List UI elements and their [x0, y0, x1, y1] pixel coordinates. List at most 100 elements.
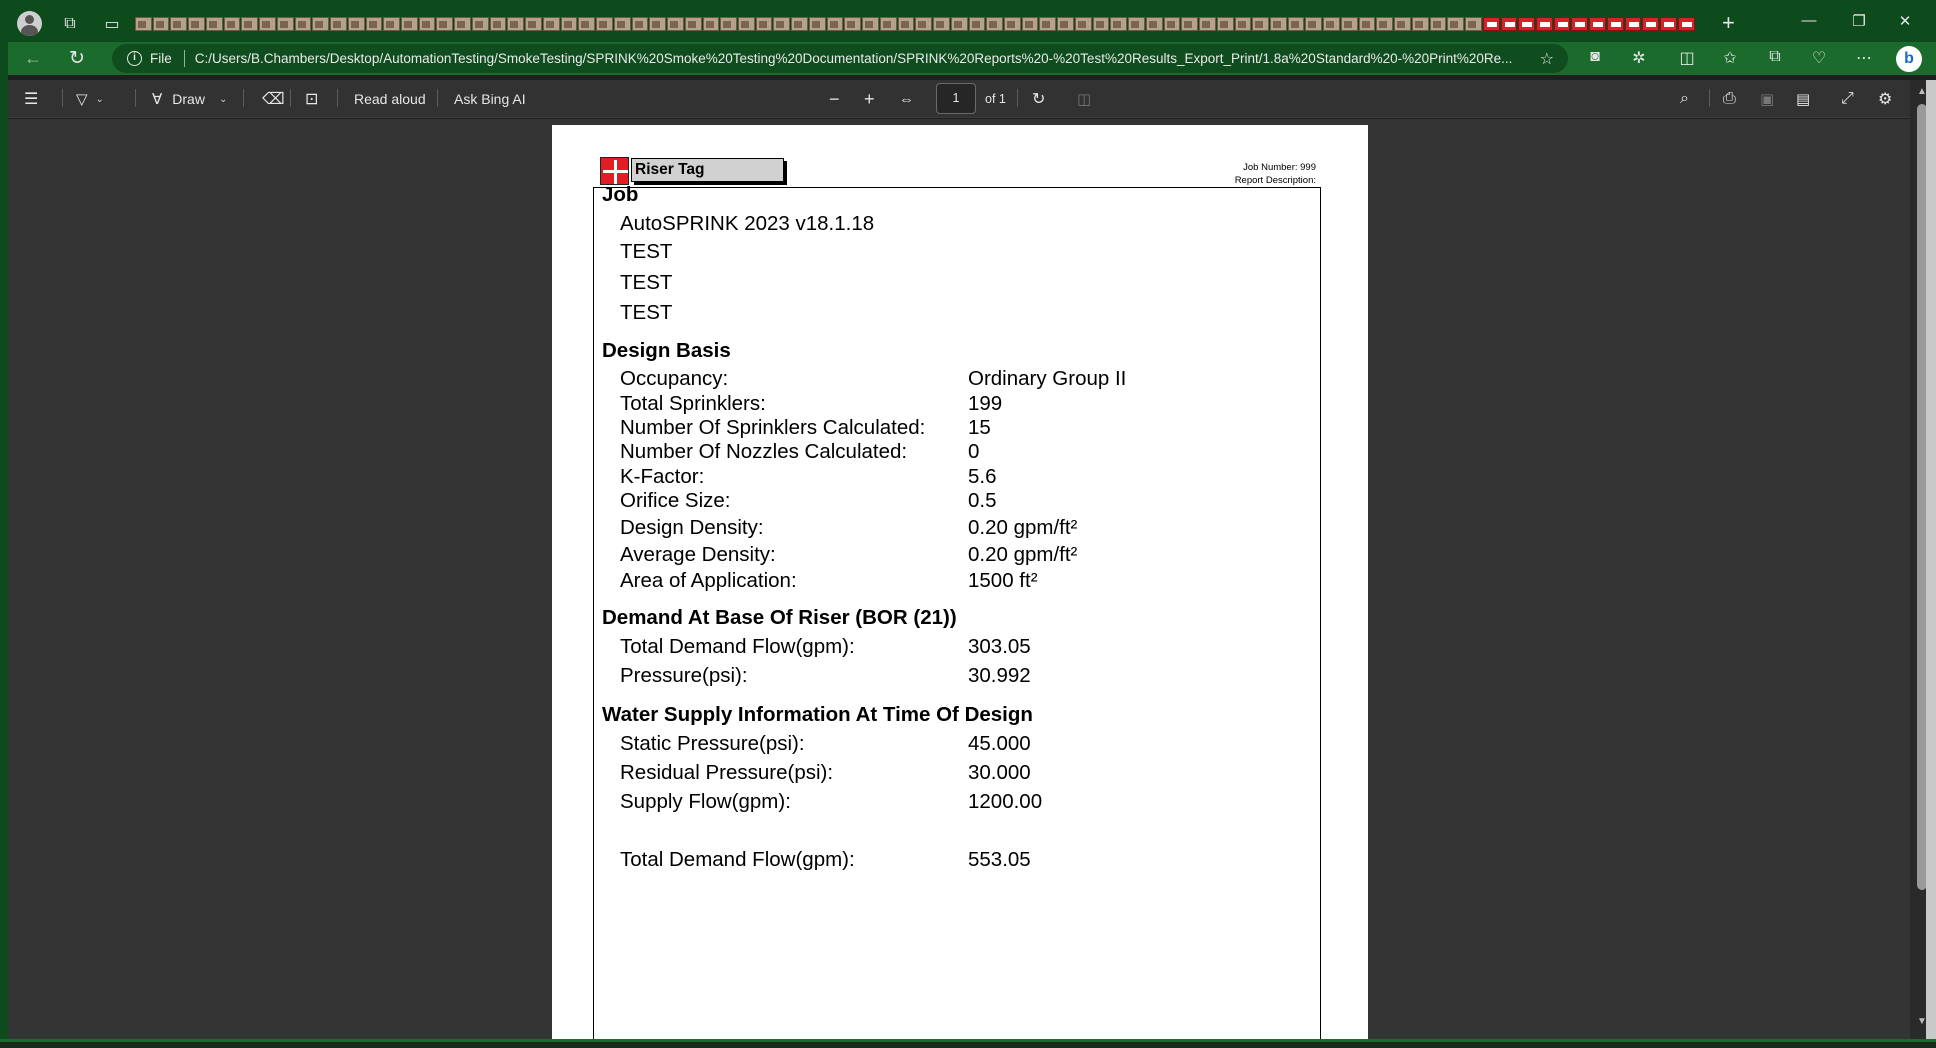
browser-tab[interactable]	[1199, 17, 1216, 31]
zoom-in-icon[interactable]: +	[864, 80, 875, 118]
browser-tab[interactable]	[383, 17, 401, 31]
browser-tab[interactable]	[1305, 17, 1323, 31]
browser-tab[interactable]	[401, 17, 418, 31]
browser-tab[interactable]	[205, 17, 223, 31]
browser-tab[interactable]	[1270, 17, 1287, 31]
new-tab-button[interactable]: +	[1722, 12, 1735, 34]
print-icon[interactable]: ⎙	[1723, 80, 1736, 118]
browser-tab[interactable]	[170, 17, 188, 31]
table-of-contents-icon[interactable]: ☰	[24, 80, 38, 118]
browser-tab[interactable]	[968, 17, 986, 31]
collections-icon[interactable]: ⧉	[1764, 48, 1786, 66]
browser-tab[interactable]	[471, 17, 489, 31]
browser-tab[interactable]	[294, 17, 312, 31]
browser-tab[interactable]	[1128, 17, 1145, 31]
browser-tab[interactable]	[241, 17, 259, 31]
browser-tab[interactable]	[1057, 17, 1074, 31]
browser-tab[interactable]	[454, 17, 471, 31]
browser-tab[interactable]	[1606, 17, 1624, 31]
browser-tab[interactable]	[1429, 17, 1447, 31]
browser-tab[interactable]	[649, 17, 667, 31]
zoom-out-icon[interactable]: −	[829, 80, 840, 118]
browser-tab[interactable]	[1110, 17, 1128, 31]
highlight-tool[interactable]: ▽ ⌄	[76, 80, 104, 118]
browser-tab[interactable]	[1411, 17, 1429, 31]
browser-tab[interactable]	[1571, 17, 1589, 31]
browser-tab[interactable]	[702, 17, 720, 31]
browser-tab[interactable]	[436, 17, 454, 31]
draw-tool[interactable]: ∀ Draw ⌄	[152, 80, 227, 118]
browser-tab[interactable]	[950, 17, 968, 31]
browser-tab[interactable]	[613, 17, 631, 31]
browser-tab[interactable]	[1358, 17, 1376, 31]
browser-tab[interactable]	[596, 17, 613, 31]
browser-tab[interactable]	[578, 17, 596, 31]
bing-copilot-icon[interactable]: b	[1896, 46, 1922, 72]
browser-tab[interactable]	[1642, 17, 1660, 31]
browser-tab[interactable]	[1021, 17, 1039, 31]
browser-tab[interactable]	[1553, 17, 1571, 31]
close-window-button[interactable]: ✕	[1894, 12, 1916, 30]
browser-tab[interactable]	[879, 17, 897, 31]
browser-tab[interactable]	[330, 17, 347, 31]
browser-tab[interactable]	[525, 17, 542, 31]
browser-tab[interactable]	[1624, 17, 1642, 31]
browser-tab[interactable]	[897, 17, 915, 31]
browser-tab[interactable]	[542, 17, 560, 31]
browser-tab[interactable]	[631, 17, 649, 31]
browser-tab[interactable]	[365, 17, 383, 31]
browser-tab[interactable]	[347, 17, 365, 31]
restore-button[interactable]: ❐	[1848, 12, 1870, 30]
save-icon[interactable]: ▣	[1760, 80, 1774, 118]
browser-tab[interactable]	[1092, 17, 1110, 31]
browser-tab[interactable]	[507, 17, 525, 31]
workspaces-icon[interactable]: ⧉	[58, 12, 82, 36]
browser-tab[interactable]	[755, 17, 773, 31]
more-options-icon[interactable]: ⋯	[1853, 48, 1875, 68]
browser-tab[interactable]	[135, 17, 152, 31]
page-view-icon[interactable]: ◫	[1077, 80, 1091, 118]
browser-tab[interactable]	[1074, 17, 1092, 31]
browser-tab[interactable]	[259, 17, 276, 31]
browser-tab[interactable]	[862, 17, 879, 31]
browser-tab[interactable]	[808, 17, 826, 31]
rotate-icon[interactable]: ↻	[1032, 80, 1045, 118]
browser-tab[interactable]	[1234, 17, 1252, 31]
favorites-icon[interactable]: ✩	[1719, 48, 1741, 68]
browser-tab[interactable]	[223, 17, 241, 31]
browser-tab[interactable]	[1216, 17, 1234, 31]
browser-tab[interactable]	[737, 17, 755, 31]
add-text-icon[interactable]: ⊡	[305, 80, 318, 118]
url-text[interactable]: C:/Users/B.Chambers/Desktop/AutomationTe…	[195, 51, 1530, 66]
browser-tab[interactable]	[773, 17, 791, 31]
browser-tab[interactable]	[1465, 17, 1482, 31]
page-number-input[interactable]: 1	[936, 83, 976, 114]
address-bar[interactable]: i File C:/Users/B.Chambers/Desktop/Autom…	[112, 44, 1568, 73]
minimize-button[interactable]: —	[1798, 12, 1820, 29]
browser-tab[interactable]	[1500, 17, 1518, 31]
profile-avatar-icon[interactable]	[17, 11, 42, 36]
add-favorite-star-icon[interactable]: ☆	[1540, 49, 1554, 69]
browser-tab[interactable]	[1145, 17, 1163, 31]
browser-tab[interactable]	[312, 17, 330, 31]
browser-tab[interactable]	[1252, 17, 1269, 31]
browser-tab[interactable]	[1447, 17, 1465, 31]
refresh-icon[interactable]: ↻	[69, 47, 85, 70]
search-icon[interactable]: ⌕	[1680, 80, 1689, 118]
browser-tab[interactable]	[1589, 17, 1606, 31]
browser-tab[interactable]	[1660, 17, 1677, 31]
browser-tab[interactable]	[1163, 17, 1181, 31]
chevron-down-icon[interactable]: ⌄	[219, 94, 227, 105]
browser-essentials-icon[interactable]: ♡	[1808, 48, 1830, 68]
browser-tab[interactable]	[1482, 17, 1500, 31]
tab-actions-icon[interactable]: ▭	[100, 12, 124, 36]
browser-tab[interactable]	[1677, 17, 1695, 31]
split-screen-icon[interactable]: ◫	[1676, 48, 1698, 68]
browser-tab[interactable]	[826, 17, 844, 31]
chevron-down-icon[interactable]: ⌄	[96, 94, 104, 105]
ask-bing-button[interactable]: Ask Bing AI	[454, 80, 526, 118]
browser-tab[interactable]	[791, 17, 808, 31]
extension-icon[interactable]: ◙	[1584, 48, 1606, 66]
browser-tab[interactable]	[1181, 17, 1199, 31]
browser-tab[interactable]	[1003, 17, 1021, 31]
